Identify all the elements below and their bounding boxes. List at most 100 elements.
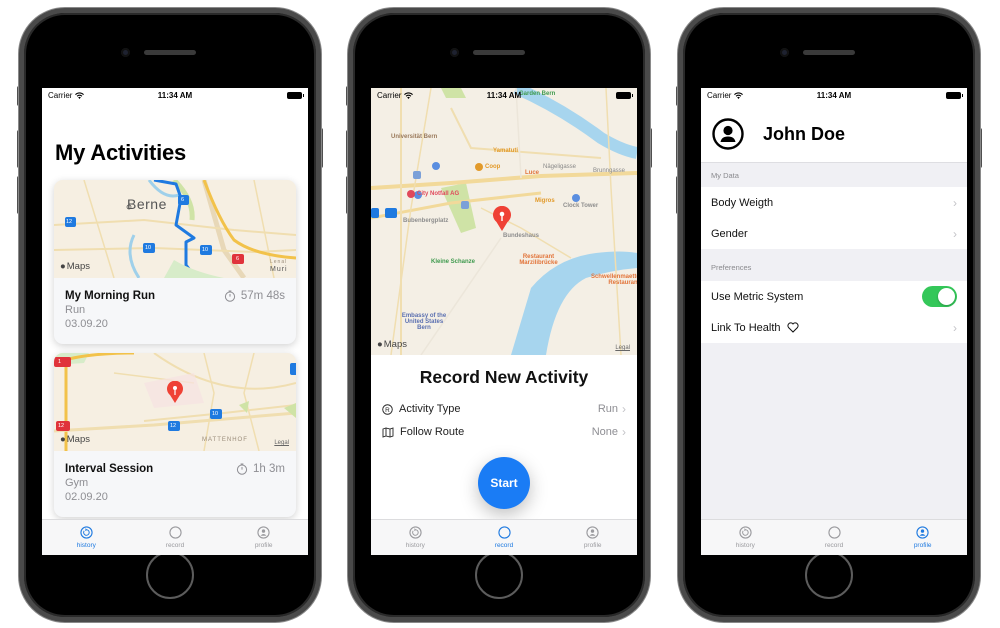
maps-label: Maps: [66, 434, 90, 445]
tab-record[interactable]: record: [790, 520, 879, 555]
body-weight-row[interactable]: Body Weigth ›: [701, 187, 967, 218]
tab-label: profile: [254, 542, 273, 549]
tab-profile[interactable]: profile: [548, 520, 637, 555]
map-street-label: Nägeligasse: [543, 164, 577, 170]
battery-icon: [616, 92, 633, 99]
apple-maps-logo: ● Maps: [377, 339, 407, 350]
map-poi: Yamatuti: [493, 148, 519, 154]
map-poi: Luce: [525, 170, 540, 176]
tab-bar: history record profile: [371, 519, 637, 555]
tab-history[interactable]: history: [701, 520, 790, 555]
metric-system-toggle[interactable]: [922, 286, 957, 307]
map-roads: [54, 180, 296, 280]
home-button[interactable]: [805, 551, 853, 599]
row-label: Link To Health: [711, 321, 781, 334]
record-icon: [497, 526, 511, 539]
activity-type: Run: [65, 304, 86, 316]
route-badge-text: 10: [212, 411, 219, 417]
map-poi: Universität Bern: [391, 134, 438, 140]
row-label: Gender: [711, 227, 748, 240]
map-poi: Restaurant Marzilibrücke: [519, 254, 558, 266]
record-map[interactable]: Universität Bern Yamatuti Coop Luce City…: [371, 88, 637, 356]
user-name: John Doe: [763, 124, 846, 144]
route-badge-text: 12: [170, 423, 177, 429]
route-badge-text: 6: [236, 256, 240, 262]
location-pin-icon: [493, 206, 511, 231]
option-value: Run: [597, 403, 618, 415]
tab-history[interactable]: history: [371, 520, 460, 555]
tab-profile[interactable]: profile: [219, 520, 308, 555]
home-button[interactable]: [146, 551, 194, 599]
maps-label: Maps: [383, 339, 407, 350]
tab-label: profile: [913, 542, 932, 549]
legal-link[interactable]: Legal: [274, 440, 289, 446]
activity-card[interactable]: MATTENHOF 1 12 12 10 ● Maps Legal Interva…: [54, 353, 296, 517]
maps-label: Maps: [66, 261, 90, 272]
tab-history[interactable]: history: [42, 520, 131, 555]
map-poi: Bundeshaus: [503, 233, 540, 239]
front-camera: [780, 48, 789, 57]
avatar-icon: [712, 118, 744, 150]
map-poi: Schwellenmaetteli Restaurants: [590, 274, 637, 286]
activity-info: My Morning Run Run 03.09.20 57m 48s: [54, 278, 296, 344]
profile-screen: Carrier 11:34 AM John Doe My Data Body W…: [701, 88, 967, 555]
activity-type: Gym: [65, 477, 89, 489]
record-icon: [168, 526, 182, 539]
history-icon: [739, 526, 752, 539]
activity-map: MATTENHOF 1 12 12 10 ● Maps Legal: [54, 353, 296, 452]
tab-profile[interactable]: profile: [878, 520, 967, 555]
gender-row[interactable]: Gender ›: [701, 218, 967, 249]
settings-list: My Data Body Weigth › Gender › Preferenc…: [701, 162, 967, 519]
follow-route-row[interactable]: Follow Route None ›: [382, 423, 626, 441]
tab-label: history: [735, 542, 755, 549]
map-poi: Clock Tower: [563, 203, 599, 209]
phone-body: Universität Bern Yamatuti Coop Luce City…: [348, 8, 650, 622]
map-poi: Embassy of the United States Bern: [401, 313, 447, 331]
duration-value: 57m 48s: [240, 290, 285, 302]
start-button[interactable]: Start: [478, 457, 530, 509]
record-title: Record New Activity: [419, 367, 589, 387]
route-badge-text: 12: [66, 219, 73, 225]
legal-link[interactable]: Legal: [615, 345, 630, 351]
route-badge-text: 1: [58, 359, 62, 365]
status-bar: Carrier 11:34 AM: [371, 88, 637, 104]
front-camera: [121, 48, 130, 57]
timer-icon: [236, 463, 248, 475]
link-health-row[interactable]: Link To Health ›: [701, 312, 967, 343]
chevron-right-icon: ›: [622, 402, 626, 416]
tab-label: record: [494, 542, 514, 549]
activity-card[interactable]: Berne Muri Lenal 12 6 10 10 6 ● Maps My M…: [54, 180, 296, 344]
tab-label: history: [405, 542, 425, 549]
record-screen: Universität Bern Yamatuti Coop Luce City…: [371, 88, 637, 555]
home-button[interactable]: [475, 551, 523, 599]
record-sheet: Record New Activity R Activity Type Run …: [371, 355, 637, 519]
phone-profile: Carrier 11:34 AM John Doe My Data Body W…: [676, 8, 982, 622]
status-time: 11:34 AM: [816, 91, 852, 100]
tab-record[interactable]: record: [131, 520, 220, 555]
status-bar: Carrier 11:34 AM: [701, 88, 967, 104]
svg-text:R: R: [385, 406, 390, 413]
tab-bar: history record profile: [42, 519, 308, 555]
activity-duration: 1h 3m: [236, 463, 285, 475]
activity-map: Berne Muri Lenal 12 6 10 10 6 ● Maps: [54, 180, 296, 280]
record-icon: [827, 526, 841, 539]
option-label: Follow Route: [400, 426, 465, 438]
tab-label: profile: [583, 542, 602, 549]
phone-history: Carrier 11:34 AM My Activities Berne Mur…: [17, 8, 323, 622]
map-street-label: Brunngasse: [593, 168, 626, 174]
activity-type-row[interactable]: R Activity Type Run ›: [382, 400, 626, 418]
row-label-wrap: Link To Health: [711, 322, 953, 334]
chevron-right-icon: ›: [953, 320, 957, 335]
phone-body: Carrier 11:34 AM My Activities Berne Mur…: [19, 8, 321, 622]
metric-system-row: Use Metric System: [701, 281, 967, 312]
section-header: My Data: [711, 171, 739, 180]
map-poi: Migros: [535, 198, 555, 204]
activity-date: 03.09.20: [65, 318, 108, 330]
tab-bar: history record profile: [701, 519, 967, 555]
tab-record[interactable]: record: [460, 520, 549, 555]
activity-info: Interval Session Gym 02.09.20 1h 3m: [54, 451, 296, 517]
profile-icon: [257, 526, 270, 539]
tab-label: history: [76, 542, 96, 549]
apple-maps-logo: ● Maps: [60, 434, 90, 445]
